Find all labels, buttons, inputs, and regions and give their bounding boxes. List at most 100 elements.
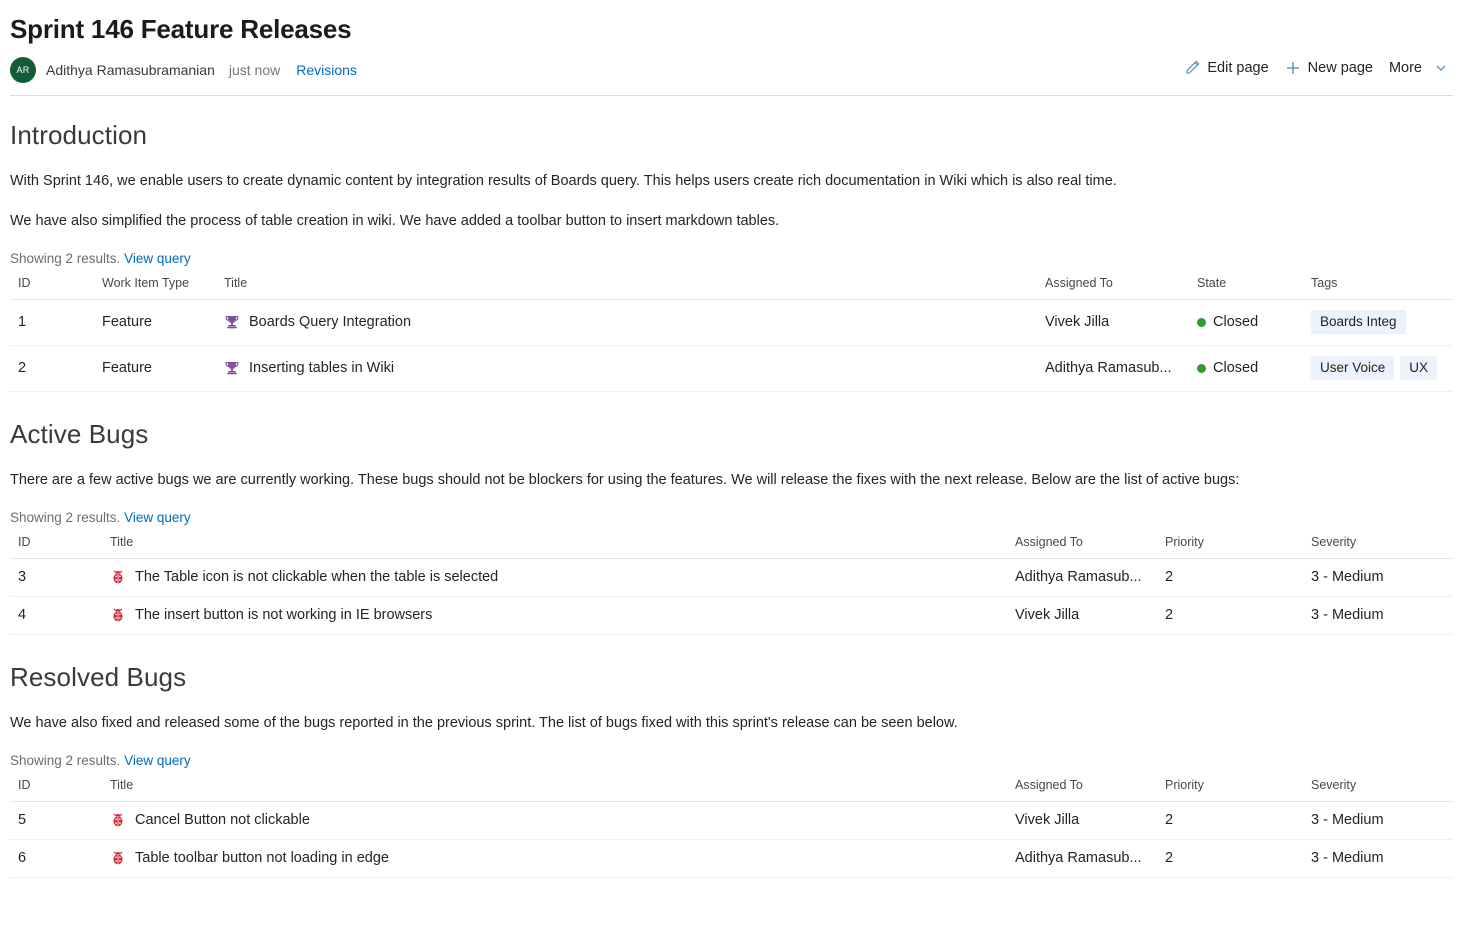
new-page-button[interactable]: New page xyxy=(1277,56,1381,80)
table-header-row: ID Title Assigned To Priority Severity xyxy=(10,774,1453,802)
status-badge: Closed xyxy=(1213,314,1259,330)
view-query-link[interactable]: View query xyxy=(124,510,191,525)
more-label: More xyxy=(1388,60,1422,76)
cell-severity: 3 - Medium xyxy=(1303,839,1453,878)
table-row[interactable]: 5 Cancel Button not clickable Vivek Jilla 2… xyxy=(10,801,1453,840)
cell-assigned-to: Adithya Ramasub... xyxy=(1037,345,1189,392)
cell-work-item-type: Feature xyxy=(94,345,216,392)
query-result-meta: Showing 2 results. View query xyxy=(10,251,1453,266)
table-row[interactable]: 2 Feature Inserting tables in Wiki Adithya … xyxy=(10,345,1453,392)
query-result-meta: Showing 2 results. View query xyxy=(10,753,1453,768)
cell-severity: 3 - Medium xyxy=(1303,596,1453,635)
cell-id: 4 xyxy=(10,596,102,635)
table-row[interactable]: 3 The Table icon is not clickable when th… xyxy=(10,558,1453,597)
column-header[interactable]: Assigned To xyxy=(1037,272,1189,300)
column-header[interactable]: Priority xyxy=(1157,531,1303,559)
table-header-row: ID Title Assigned To Priority Severity xyxy=(10,531,1453,559)
column-header[interactable]: Title xyxy=(216,272,1037,300)
cell-title[interactable]: The Table icon is not clickable when the… xyxy=(102,558,1007,597)
column-header[interactable]: Title xyxy=(102,774,1007,802)
column-header[interactable]: State xyxy=(1189,272,1303,300)
edit-page-label: Edit page xyxy=(1207,60,1269,76)
results-count-text: Showing 2 results. xyxy=(10,510,121,525)
wiki-content: Introduction With Sprint 146, we enable u… xyxy=(0,119,1469,878)
cell-priority: 2 xyxy=(1157,596,1303,635)
cell-tags: User Voice UX xyxy=(1303,345,1453,392)
view-query-link[interactable]: View query xyxy=(124,753,191,768)
cell-assigned-to: Vivek Jilla xyxy=(1007,596,1157,635)
results-count-text: Showing 2 results. xyxy=(10,251,121,266)
cell-title[interactable]: Cancel Button not clickable xyxy=(102,801,1007,840)
column-header[interactable]: ID xyxy=(10,531,102,559)
column-header[interactable]: Assigned To xyxy=(1007,774,1157,802)
cell-title[interactable]: Boards Query Integration xyxy=(216,299,1037,346)
header-divider xyxy=(10,95,1453,96)
more-menu-button[interactable]: More xyxy=(1381,56,1455,80)
edit-page-button[interactable]: Edit page xyxy=(1176,56,1276,80)
cell-title[interactable]: Inserting tables in Wiki xyxy=(216,345,1037,392)
avatar: AR xyxy=(10,57,36,83)
pencil-icon xyxy=(1184,60,1200,76)
page-title: Sprint 146 Feature Releases xyxy=(10,14,352,44)
author-name: Adithya Ramasubramanian xyxy=(46,62,215,78)
cell-state: Closed xyxy=(1189,299,1303,346)
cell-id: 6 xyxy=(10,839,102,878)
table-row[interactable]: 4 The insert button is not working in IE … xyxy=(10,596,1453,635)
column-header[interactable]: Assigned To xyxy=(1007,531,1157,559)
work-item-title: The insert button is not working in IE b… xyxy=(135,607,433,623)
chevron-down-icon xyxy=(1435,62,1447,74)
cell-severity: 3 - Medium xyxy=(1303,801,1453,840)
column-header[interactable]: Title xyxy=(102,531,1007,559)
page-header: Sprint 146 Feature Releases AR Adithya R… xyxy=(0,0,1469,96)
query-result-meta: Showing 2 results. View query xyxy=(10,510,1453,525)
column-header[interactable]: Work Item Type xyxy=(94,272,216,300)
bug-icon xyxy=(110,607,126,623)
work-item-title: Boards Query Integration xyxy=(249,314,412,330)
column-header[interactable]: ID xyxy=(10,272,94,300)
cell-priority: 2 xyxy=(1157,801,1303,840)
column-header[interactable]: ID xyxy=(10,774,102,802)
bug-icon xyxy=(110,812,126,828)
table-header-row: ID Work Item Type Title Assigned To State Tag… xyxy=(10,272,1453,300)
cell-priority: 2 xyxy=(1157,839,1303,878)
section-heading: Active Bugs xyxy=(10,419,149,449)
cell-assigned-to: Adithya Ramasub... xyxy=(1007,558,1157,597)
work-items-table: ID Title Assigned To Priority Severity 3 The T… xyxy=(10,531,1453,635)
work-items-table: ID Title Assigned To Priority Severity 5 Cance… xyxy=(10,774,1453,878)
revisions-link[interactable]: Revisions xyxy=(296,62,357,78)
cell-title[interactable]: Table toolbar button not loading in edge xyxy=(102,839,1007,878)
tag-chip[interactable]: UX xyxy=(1400,356,1438,380)
work-item-title: Table toolbar button not loading in edge xyxy=(135,850,389,866)
new-page-label: New page xyxy=(1307,60,1373,76)
cell-tags: Boards Integ xyxy=(1303,299,1453,346)
column-header[interactable]: Priority xyxy=(1157,774,1303,802)
cell-id: 2 xyxy=(10,345,94,392)
trophy-icon xyxy=(224,314,240,330)
page-actions-toolbar: Edit page New page More xyxy=(1176,56,1455,80)
column-header[interactable]: Severity xyxy=(1303,774,1453,802)
tag-chip[interactable]: User Voice xyxy=(1311,356,1395,380)
results-count-text: Showing 2 results. xyxy=(10,753,121,768)
trophy-icon xyxy=(224,360,240,376)
view-query-link[interactable]: View query xyxy=(124,251,191,266)
status-dot-icon xyxy=(1197,363,1206,373)
cell-id: 5 xyxy=(10,801,102,840)
table-row[interactable]: 6 Table toolbar button not loading in edg… xyxy=(10,839,1453,878)
wiki-section: Active Bugs There are a few active bugs w… xyxy=(10,418,1453,635)
cell-assigned-to: Vivek Jilla xyxy=(1037,299,1189,346)
tag-chip[interactable]: Boards Integ xyxy=(1311,310,1406,334)
column-header[interactable]: Severity xyxy=(1303,531,1453,559)
cell-title[interactable]: The insert button is not working in IE b… xyxy=(102,596,1007,635)
status-badge: Closed xyxy=(1213,360,1259,376)
table-row[interactable]: 1 Feature Boards Query Integration Vivek Ji… xyxy=(10,299,1453,346)
column-header[interactable]: Tags xyxy=(1303,272,1453,300)
section-paragraph: There are a few active bugs we are curre… xyxy=(10,472,1240,488)
work-item-title: Inserting tables in Wiki xyxy=(249,360,395,376)
cell-priority: 2 xyxy=(1157,558,1303,597)
section-paragraph: We have also fixed and released some of … xyxy=(10,715,958,731)
cell-assigned-to: Adithya Ramasub... xyxy=(1007,839,1157,878)
section-paragraph: We have also simplified the process of t… xyxy=(10,213,780,229)
work-item-title: Cancel Button not clickable xyxy=(135,812,310,828)
status-dot-icon xyxy=(1197,317,1206,327)
wiki-section: Resolved Bugs We have also fixed and rele… xyxy=(10,661,1453,878)
